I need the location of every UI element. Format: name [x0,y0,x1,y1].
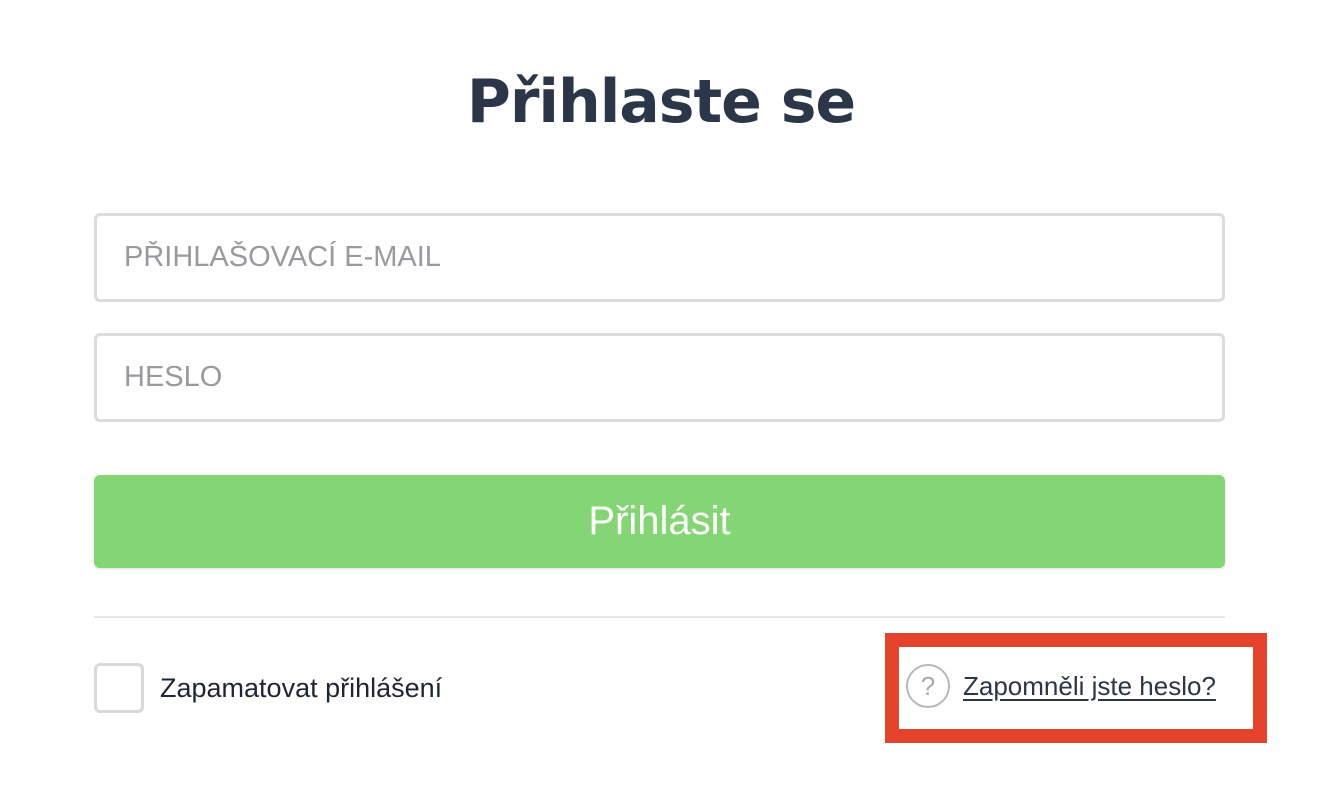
question-circle-icon: ? [906,664,950,708]
email-field[interactable] [94,213,1225,302]
remember-label: Zapamatovat přihlášení [160,672,443,703]
remember-checkbox[interactable] [94,663,144,713]
page-title: Přihlaste se [466,67,856,137]
forgot-password-label: Zapomněli jste heslo? [963,670,1216,701]
forgot-password-link[interactable]: ? Zapomněli jste heslo? [906,663,1216,709]
login-button[interactable]: Přihlásit [94,475,1225,568]
divider [94,616,1225,618]
remember-me[interactable]: Zapamatovat přihlášení [94,660,442,716]
password-field[interactable] [94,333,1225,422]
